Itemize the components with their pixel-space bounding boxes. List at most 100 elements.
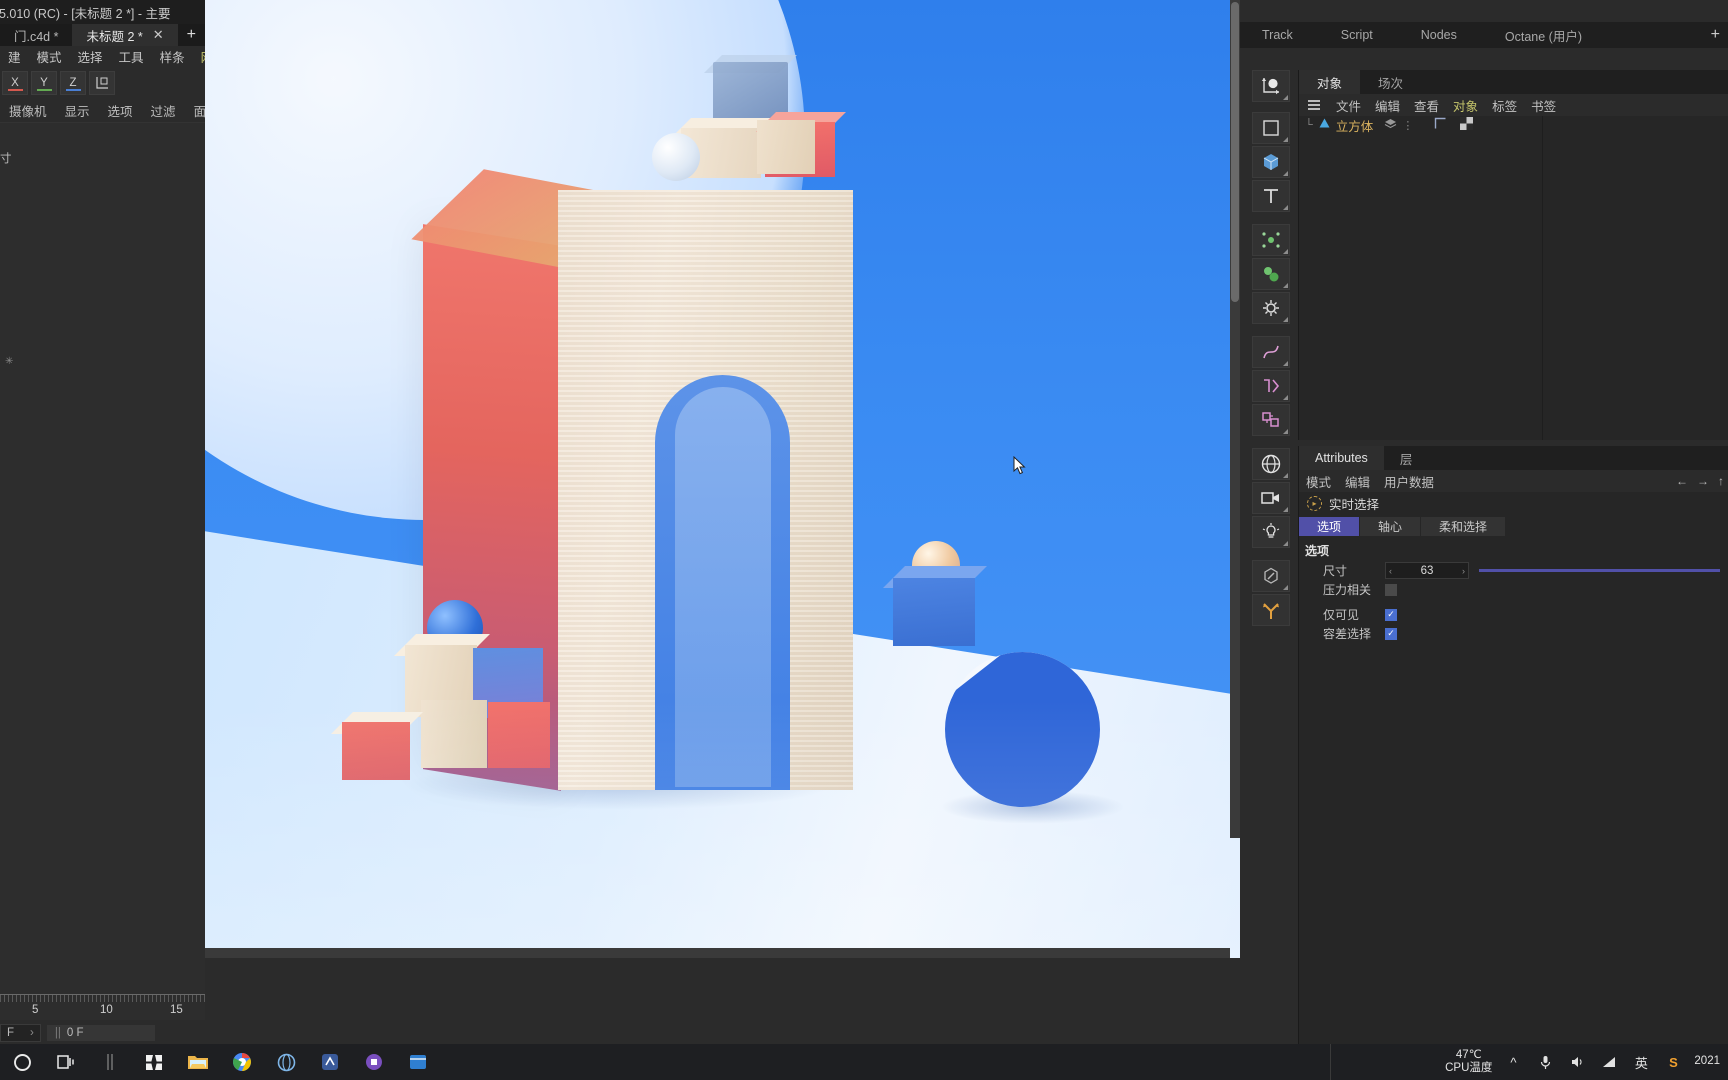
render-horizontal-scrollbar[interactable] (205, 948, 1230, 958)
clock[interactable]: 2021 (1694, 1055, 1720, 1069)
object-manager-body[interactable]: └ 立方体 ⋮ (1299, 116, 1728, 440)
menu-item-2[interactable]: 选择 (70, 47, 111, 66)
menu-item-0[interactable]: 建 (0, 47, 29, 66)
sogou-icon[interactable]: S (1662, 1055, 1684, 1070)
light-icon[interactable] (1252, 516, 1290, 548)
cpu-temp-widget[interactable]: 47℃ CPU温度 (1445, 1049, 1492, 1075)
viewport-menu-options[interactable]: 选项 (99, 101, 142, 120)
browser-icon[interactable] (264, 1044, 308, 1080)
visible-only-checkbox[interactable]: ✓ (1385, 609, 1397, 621)
layer-icon[interactable] (1384, 118, 1397, 132)
size-slider[interactable] (1479, 569, 1720, 572)
close-icon[interactable]: ✕ (153, 27, 164, 43)
dynamics-icon[interactable] (1252, 292, 1290, 324)
axis-object-icon[interactable] (1252, 70, 1290, 102)
om-menu-tags[interactable]: 标签 (1485, 96, 1524, 115)
chrome-icon[interactable] (220, 1044, 264, 1080)
menu-item-4[interactable]: 样条 (152, 47, 193, 66)
tab-script[interactable]: Script (1317, 28, 1397, 42)
tab-layers[interactable]: 层 (1384, 446, 1429, 470)
widgets-icon[interactable] (132, 1044, 176, 1080)
start-circle-icon[interactable] (0, 1044, 44, 1080)
om-menu-edit[interactable]: 编辑 (1368, 96, 1407, 115)
particles-icon[interactable] (1252, 224, 1290, 256)
white-sphere (652, 133, 700, 181)
split-icon[interactable] (1252, 594, 1290, 626)
tab-takes[interactable]: 场次 (1360, 70, 1421, 94)
display-tag-icon[interactable] (1434, 117, 1447, 133)
om-menu-file[interactable]: 文件 (1329, 96, 1368, 115)
om-menu-bookmarks[interactable]: 书签 (1524, 96, 1563, 115)
menu-item-3[interactable]: 工具 (111, 47, 152, 66)
speaker-icon[interactable] (1566, 1055, 1588, 1069)
axis-z-button[interactable]: Z (60, 71, 86, 95)
viewport-menu-display[interactable]: 显示 (56, 101, 99, 120)
cube-solid-icon[interactable] (1252, 146, 1290, 178)
subtab-soft-selection[interactable]: 柔和选择 (1421, 517, 1505, 536)
subtab-options[interactable]: 选项 (1299, 517, 1359, 536)
document-tab-0[interactable]: 门.c4d * (0, 24, 72, 46)
spline-pen-icon[interactable] (1252, 336, 1290, 368)
attributes-menu: 模式 编辑 用户数据 ← → ↑ (1299, 470, 1728, 492)
om-menu-view[interactable]: 查看 (1407, 96, 1446, 115)
texture-tag-icon[interactable] (1460, 117, 1473, 133)
at-menu-edit[interactable]: 编辑 (1338, 472, 1377, 491)
task-view-icon[interactable] (44, 1044, 88, 1080)
world-coordinate-icon[interactable] (89, 71, 115, 95)
tab-track[interactable]: Track (1238, 28, 1317, 42)
file-explorer-icon[interactable] (176, 1044, 220, 1080)
viewport-menu-filter[interactable]: 过滤 (142, 101, 185, 120)
app-icon-1[interactable] (308, 1044, 352, 1080)
cube-outline-icon[interactable] (1252, 112, 1290, 144)
tolerance-checkbox[interactable]: ✓ (1385, 628, 1397, 640)
app-icon-3[interactable] (396, 1044, 440, 1080)
nav-up-icon[interactable]: ↑ (1718, 474, 1724, 488)
tab-octane[interactable]: Octane (用户) (1481, 26, 1606, 45)
hamburger-icon[interactable] (1304, 100, 1324, 110)
add-tab-button[interactable]: + (178, 24, 205, 46)
tab-nodes[interactable]: Nodes (1397, 28, 1481, 42)
environment-icon[interactable] (1252, 448, 1290, 480)
document-tab-1[interactable]: 未标题 2 * ✕ (72, 24, 177, 46)
ime-indicator[interactable]: 英 (1630, 1053, 1652, 1072)
axis-y-button[interactable]: Y (31, 71, 57, 95)
subtab-axis[interactable]: 轴心 (1360, 517, 1420, 536)
at-menu-mode[interactable]: 模式 (1299, 472, 1338, 491)
om-menu-object[interactable]: 对象 (1446, 96, 1485, 115)
current-frame-display[interactable]: || 0 F (47, 1025, 155, 1041)
dots-icon[interactable]: ⋮ (1402, 119, 1413, 132)
chevron-up-icon[interactable]: ^ (1502, 1055, 1524, 1070)
attr-label-pressure: 压力相关 (1299, 581, 1385, 598)
app-icon-2[interactable] (352, 1044, 396, 1080)
timeline-ruler[interactable]: 5 10 15 (0, 994, 205, 1020)
camera-icon[interactable] (1252, 482, 1290, 514)
nav-forward-icon[interactable]: → (1697, 474, 1709, 488)
network-icon[interactable] (1598, 1056, 1620, 1069)
pressure-checkbox[interactable] (1385, 584, 1397, 596)
text-icon[interactable] (1252, 180, 1290, 212)
cloner-icon[interactable] (1252, 404, 1290, 436)
mograph-icon[interactable] (1252, 370, 1290, 402)
menu-item-1[interactable]: 模式 (29, 47, 70, 66)
axis-x-button[interactable]: X (2, 71, 28, 95)
attr-value-size[interactable]: ‹ 63 › (1385, 562, 1469, 579)
mic-icon[interactable] (1534, 1055, 1556, 1070)
at-menu-userdata[interactable]: 用户数据 (1377, 472, 1441, 491)
keyframe-marker-icon[interactable]: ✳ (5, 356, 14, 365)
frame-field[interactable]: F › (0, 1024, 41, 1042)
increment-icon[interactable]: › (1462, 566, 1465, 576)
viewport-menu-camera[interactable]: 摄像机 (0, 101, 56, 120)
tab-attributes[interactable]: Attributes (1299, 446, 1384, 470)
nav-back-icon[interactable]: ← (1676, 474, 1688, 488)
render-vertical-scrollbar[interactable] (1230, 0, 1240, 838)
add-panel-tab-button[interactable]: + (1711, 22, 1720, 48)
render-viewport[interactable] (205, 0, 1240, 958)
object-row-cube[interactable]: └ 立方体 ⋮ (1299, 116, 1728, 134)
decrement-icon[interactable]: ‹ (1389, 566, 1392, 576)
chevron-right-icon[interactable]: › (30, 1027, 34, 1039)
left-timeline-column: 寸 ✳ (0, 122, 205, 994)
command-palette (1252, 70, 1292, 1044)
deformer-icon[interactable] (1252, 258, 1290, 290)
material-icon[interactable] (1252, 560, 1290, 592)
tab-objects[interactable]: 对象 (1299, 70, 1360, 94)
